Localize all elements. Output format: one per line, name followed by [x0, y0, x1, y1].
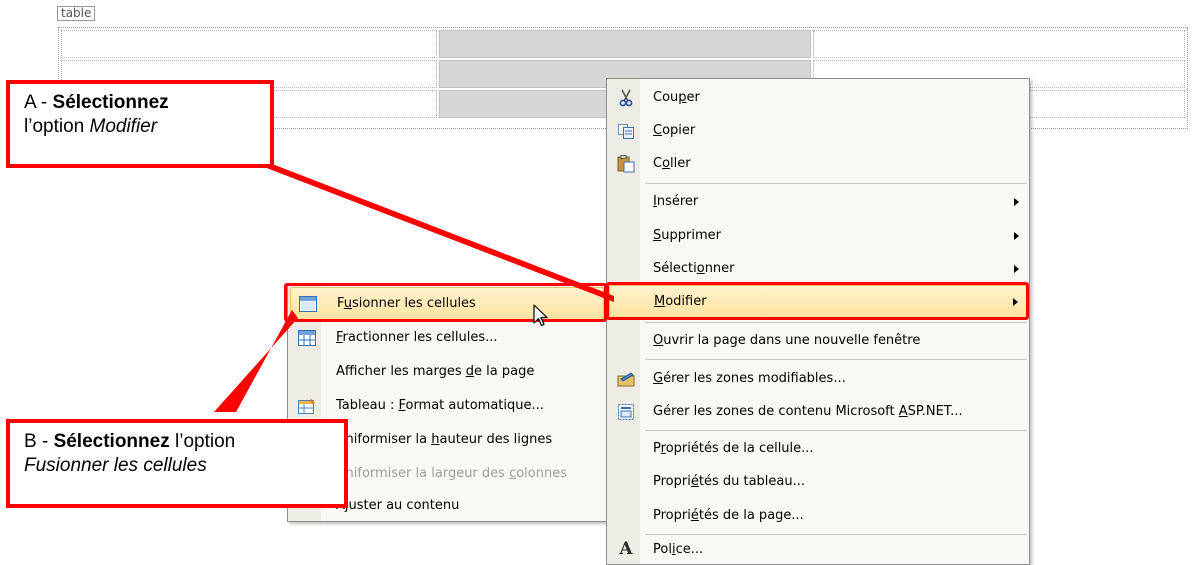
- callout-a-line1: A - Sélectionnez: [24, 92, 169, 113]
- callout-b: B - Sélectionnez l’option Fusionner les …: [6, 419, 348, 508]
- callout-a: A - Sélectionnez l’option Modifier: [6, 80, 274, 168]
- callout-b-line2: Fusionner les cellules: [24, 455, 207, 476]
- callout-a-line2: l’option Modifier: [24, 116, 158, 137]
- callout-b-line1: B - Sélectionnez l’option: [24, 431, 236, 452]
- mouse-cursor-icon: [533, 304, 548, 327]
